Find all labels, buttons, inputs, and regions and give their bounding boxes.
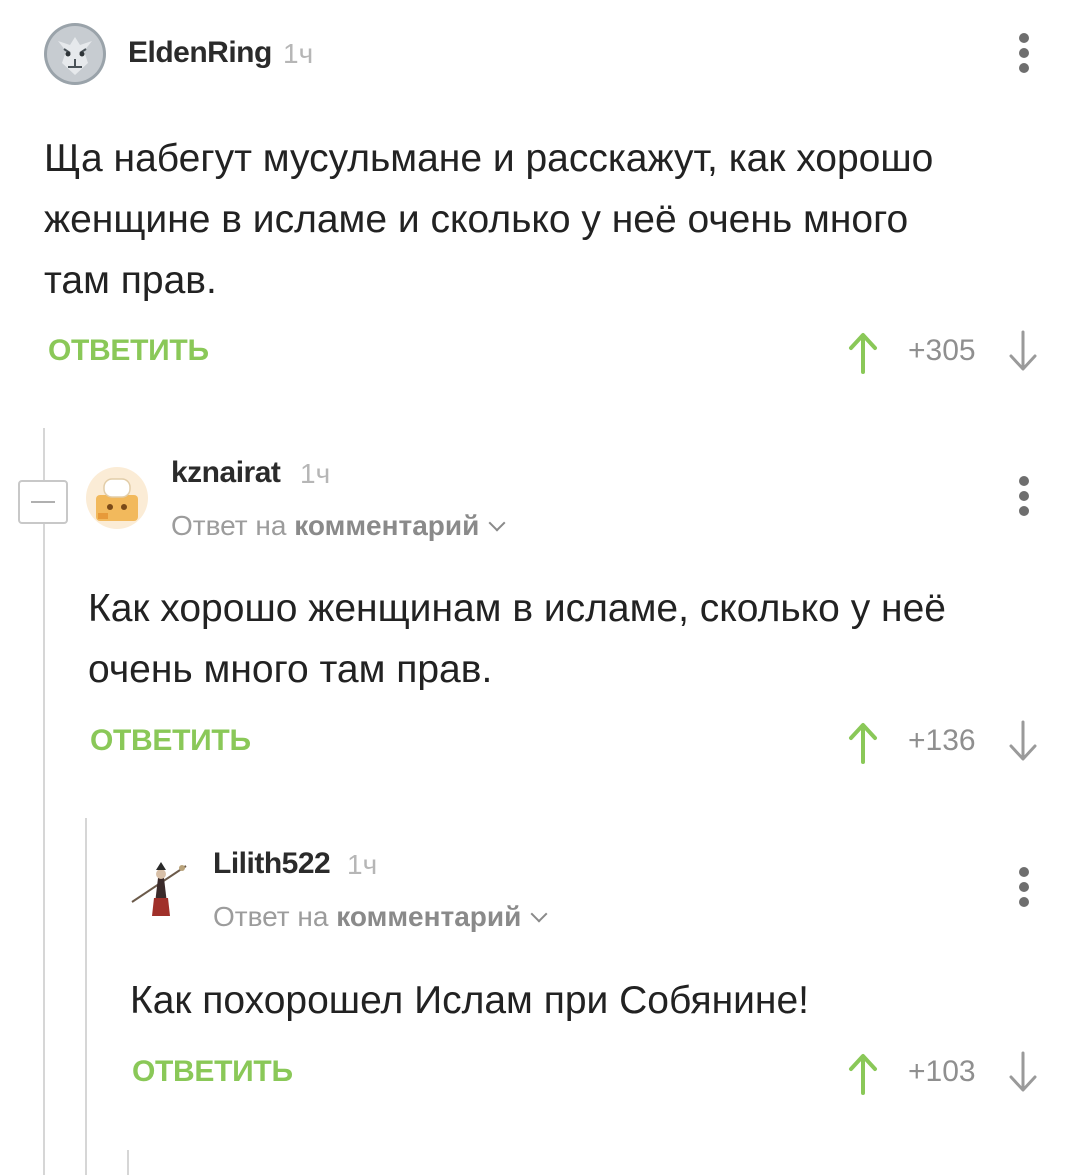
chef-avatar-icon <box>86 467 148 529</box>
comment-line: Как хорошо женщинам в исламе, сколько у … <box>88 587 946 630</box>
reply-to-info: Ответ на комментарий <box>171 510 506 542</box>
comment-text: Как похорошел Ислам при Собянине! <box>130 970 809 1031</box>
reply-button[interactable]: ОТВЕТИТЬ <box>48 334 209 368</box>
username[interactable]: EldenRing <box>128 36 272 70</box>
reply-to-info: Ответ на комментарий <box>213 901 548 933</box>
reply-to-link[interactable]: комментарий <box>336 901 521 932</box>
upvote-arrow-icon[interactable] <box>846 330 880 374</box>
rating-score: +136 <box>908 724 976 757</box>
username[interactable]: kznairat <box>171 456 281 490</box>
collapse-thread-button[interactable] <box>18 480 68 524</box>
comment-text: Ща набегут мусульмане и расскажут, как х… <box>44 128 933 311</box>
timestamp: 1ч <box>300 458 331 489</box>
comment-line: Ща набегут мусульмане и расскажут, как х… <box>44 137 934 180</box>
more-options-icon[interactable] <box>1018 33 1030 77</box>
comment-line: женщине в исламе и сколько у неё очень м… <box>44 198 909 241</box>
avatar[interactable] <box>86 467 148 529</box>
comment-line: там прав. <box>44 259 217 302</box>
vote-controls: +136 <box>840 720 1050 770</box>
figure-avatar-icon <box>128 858 190 920</box>
comment-line: Как похорошел Ислам при Собянине! <box>130 979 809 1022</box>
avatar[interactable] <box>44 23 106 85</box>
thread-line-level-2 <box>85 818 87 1175</box>
vote-controls: +305 <box>840 330 1050 380</box>
reply-button[interactable]: ОТВЕТИТЬ <box>132 1055 293 1089</box>
vote-controls: +103 <box>840 1051 1050 1101</box>
downvote-arrow-icon[interactable] <box>1006 330 1040 374</box>
avatar[interactable] <box>128 858 190 920</box>
upvote-arrow-icon[interactable] <box>846 720 880 764</box>
downvote-arrow-icon[interactable] <box>1006 1051 1040 1095</box>
reply-to-label: Ответ на <box>171 510 287 541</box>
reply-to-link[interactable]: комментарий <box>294 510 479 541</box>
timestamp: 1ч <box>283 38 314 69</box>
rating-score: +305 <box>908 334 976 367</box>
downvote-arrow-icon[interactable] <box>1006 720 1040 764</box>
thread-line-level-1 <box>43 428 45 1175</box>
tiger-avatar-icon <box>44 23 106 85</box>
reply-to-label: Ответ на <box>213 901 329 932</box>
chevron-down-icon[interactable] <box>488 514 506 532</box>
upvote-arrow-icon[interactable] <box>846 1051 880 1095</box>
timestamp: 1ч <box>347 849 378 880</box>
more-options-icon[interactable] <box>1018 867 1030 911</box>
chevron-down-icon[interactable] <box>530 905 548 923</box>
username[interactable]: Lilith522 <box>213 847 331 881</box>
more-options-icon[interactable] <box>1018 476 1030 520</box>
comment-line: очень много там прав. <box>88 648 493 691</box>
reply-button[interactable]: ОТВЕТИТЬ <box>90 724 251 758</box>
rating-score: +103 <box>908 1055 976 1088</box>
thread-line-level-3 <box>127 1150 129 1175</box>
comment-text: Как хорошо женщинам в исламе, сколько у … <box>88 578 946 700</box>
